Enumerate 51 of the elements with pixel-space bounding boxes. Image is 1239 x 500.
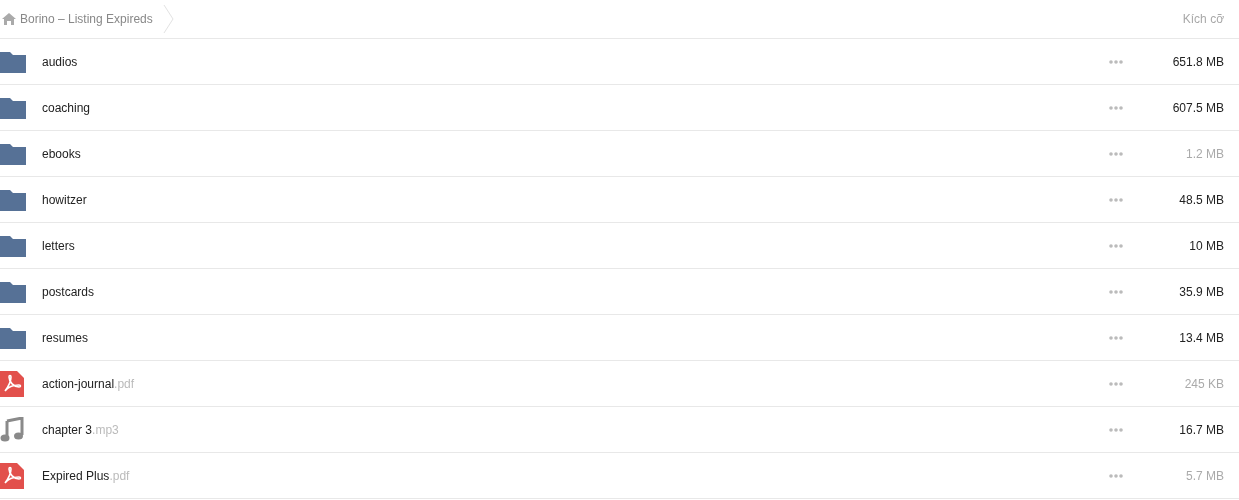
file-row[interactable]: resumes 13.4 MB xyxy=(0,315,1239,361)
file-row[interactable]: action-journal.pdf 245 KB xyxy=(0,361,1239,407)
file-name: ebooks xyxy=(42,145,81,163)
folder-icon xyxy=(0,142,26,165)
more-options-icon[interactable] xyxy=(1109,289,1123,294)
home-icon[interactable] xyxy=(2,13,16,25)
file-row[interactable]: audios 651.8 MB xyxy=(0,39,1239,85)
folder-icon xyxy=(0,96,26,119)
more-options-icon[interactable] xyxy=(1109,381,1123,386)
folder-icon xyxy=(0,326,26,349)
file-name: postcards xyxy=(42,283,95,301)
more-options-icon[interactable] xyxy=(1109,197,1123,202)
more-options-icon[interactable] xyxy=(1109,473,1123,478)
more-options-icon[interactable] xyxy=(1109,335,1123,340)
more-options-icon[interactable] xyxy=(1109,105,1123,110)
file-row[interactable]: howitzer 48.5 MB xyxy=(0,177,1239,223)
file-row[interactable]: coaching 607.5 MB xyxy=(0,85,1239,131)
file-name: chapter 3.mp3 xyxy=(42,421,119,439)
file-row[interactable]: chapter 3.mp3 16.7 MB xyxy=(0,407,1239,453)
breadcrumb-separator-icon xyxy=(162,4,175,34)
file-size: 245 KB xyxy=(1183,375,1225,393)
breadcrumb-link[interactable]: Borino – Listing Expireds xyxy=(20,10,153,28)
music-note-icon xyxy=(0,416,24,443)
file-size: 13.4 MB xyxy=(1178,329,1225,347)
file-row[interactable]: ebooks 1.2 MB xyxy=(0,131,1239,177)
file-size: 35.9 MB xyxy=(1178,283,1225,301)
file-size: 1.2 MB xyxy=(1185,145,1225,163)
file-size: 5.7 MB xyxy=(1185,467,1225,485)
file-name: letters xyxy=(42,237,75,255)
file-size: 607.5 MB xyxy=(1171,99,1225,117)
file-name: action-journal.pdf xyxy=(42,375,135,393)
more-options-icon[interactable] xyxy=(1109,427,1123,432)
file-name: resumes xyxy=(42,329,88,347)
folder-icon xyxy=(0,280,26,303)
more-options-icon[interactable] xyxy=(1109,151,1123,156)
file-name: howitzer xyxy=(42,191,87,209)
file-row[interactable]: postcards 35.9 MB xyxy=(0,269,1239,315)
file-size: 10 MB xyxy=(1188,237,1225,255)
file-name: audios xyxy=(42,53,78,71)
file-name: Expired Plus.pdf xyxy=(42,467,130,485)
folder-icon xyxy=(0,234,26,257)
file-row[interactable]: Expired Plus.pdf 5.7 MB xyxy=(0,453,1239,499)
file-size: 16.7 MB xyxy=(1178,421,1225,439)
file-size: 48.5 MB xyxy=(1178,191,1225,209)
folder-icon xyxy=(0,50,26,73)
file-row[interactable]: letters 10 MB xyxy=(0,223,1239,269)
more-options-icon[interactable] xyxy=(1109,243,1123,248)
file-name: coaching xyxy=(42,99,91,117)
more-options-icon[interactable] xyxy=(1109,59,1123,64)
folder-icon xyxy=(0,188,26,211)
file-size: 651.8 MB xyxy=(1171,53,1225,71)
